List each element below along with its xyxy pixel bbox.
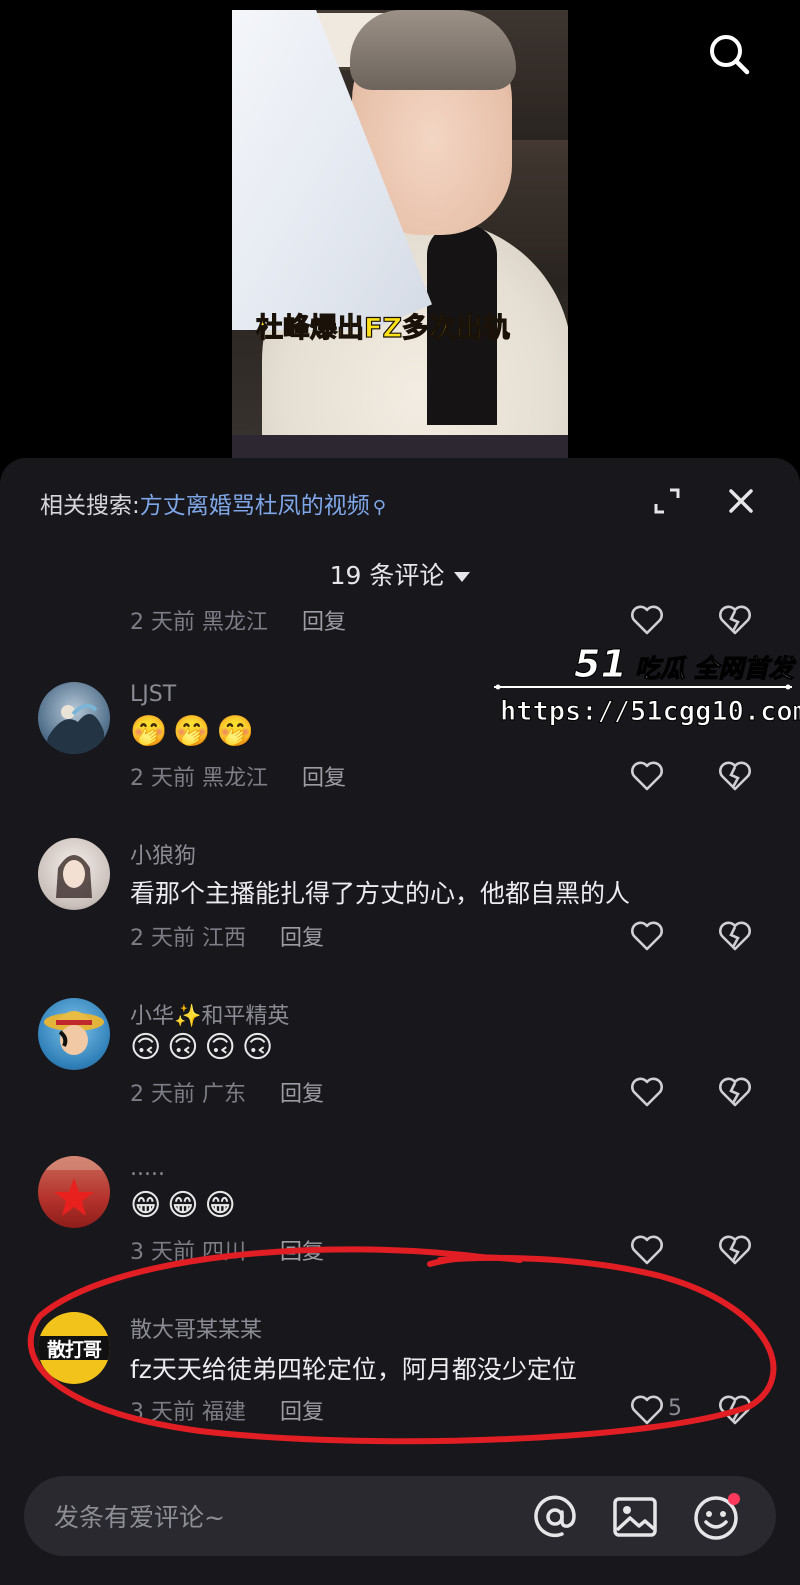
watermark-circuit-line	[494, 684, 792, 690]
at-mention-icon[interactable]	[532, 1494, 578, 1540]
avatar[interactable]: 散打哥	[38, 1312, 110, 1384]
expand-icon[interactable]	[652, 486, 682, 516]
comment-username[interactable]: LJST	[130, 682, 176, 707]
comment-username[interactable]: 小狼狗	[130, 838, 196, 870]
reply-button[interactable]: 回复	[302, 610, 346, 635]
watermark-url: https://51cgg10.com	[500, 696, 800, 728]
comment-time: 2 天前 黑龙江	[130, 766, 268, 791]
heart-icon[interactable]	[630, 1234, 664, 1266]
heart-icon[interactable]	[630, 604, 664, 636]
comment-meta: 3 天前 四川 回复	[130, 1234, 324, 1266]
avatar-art	[38, 1156, 110, 1216]
dislike-icon[interactable]	[718, 1234, 752, 1266]
caret-down-icon	[454, 572, 471, 582]
comment-meta: 2 天前 黑龙江 回复	[130, 604, 346, 636]
comment-time: 3 天前 四川	[130, 1240, 246, 1265]
video-caption: 杜峰爆出FZ多次出轨	[255, 312, 511, 344]
comment-meta: 2 天前 广东 回复	[130, 1076, 324, 1108]
watermark-brand: 51 吃瓜 全网首发	[574, 642, 795, 687]
dislike-icon[interactable]	[718, 604, 752, 636]
avatar[interactable]	[38, 1156, 110, 1228]
comment-username[interactable]: .....	[130, 1156, 165, 1181]
like-count: 5	[668, 1396, 682, 1421]
avatar[interactable]	[38, 998, 110, 1070]
video-desk	[232, 435, 568, 460]
comment-emoji: 😁😁😁	[130, 1188, 242, 1223]
search-small-icon: ⚲	[372, 497, 386, 518]
watermark-brand-tag: 吃瓜 全网首发	[634, 654, 794, 684]
related-search-label: 相关搜索:	[40, 493, 140, 519]
reply-button[interactable]: 回复	[302, 766, 346, 791]
comment-time: 2 天前 广东	[130, 1082, 246, 1107]
heart-icon[interactable]	[630, 920, 664, 952]
comment-meta: 3 天前 福建 回复	[130, 1394, 324, 1426]
close-icon[interactable]	[724, 484, 758, 518]
video-player[interactable]: 杜峰爆出FZ多次出轨	[232, 10, 568, 460]
comment-input-placeholder: 发条有爱评论~	[54, 1503, 225, 1532]
related-search[interactable]: 相关搜索:方丈离婚骂杜凤的视频 ⚲	[40, 486, 386, 520]
avatar[interactable]	[38, 682, 110, 754]
dislike-icon[interactable]	[718, 920, 752, 952]
comment-username[interactable]: 小华✨和平精英	[130, 998, 289, 1030]
comment-count: 19 条评论	[329, 561, 445, 590]
dislike-icon[interactable]	[718, 1076, 752, 1108]
comment-emoji: 🙃🙃🙃🙃	[130, 1030, 280, 1065]
avatar-art	[44, 703, 104, 754]
comment-meta: 2 天前 江西 回复	[130, 920, 324, 952]
reply-button[interactable]: 回复	[280, 1400, 324, 1425]
heart-icon[interactable]	[630, 760, 664, 792]
search-icon[interactable]	[705, 30, 753, 78]
dislike-icon[interactable]	[718, 1394, 752, 1426]
watermark: 51 吃瓜 全网首发 https://51cgg10.com	[494, 640, 800, 740]
comment-text: 看那个主播能扎得了方丈的心，他都自黑的人	[130, 879, 631, 908]
avatar-art	[44, 1011, 104, 1055]
reply-button[interactable]: 回复	[280, 926, 324, 951]
watermark-brand-number: 51	[574, 642, 628, 687]
heart-icon[interactable]	[630, 1394, 664, 1426]
comment-text: fz天天给徒弟四轮定位，阿月都没少定位	[130, 1355, 577, 1384]
comment-time: 2 天前 黑龙江	[130, 610, 268, 635]
reply-button[interactable]: 回复	[280, 1082, 324, 1107]
emoji-icon[interactable]	[692, 1492, 742, 1542]
image-icon[interactable]	[612, 1494, 658, 1540]
heart-icon[interactable]	[630, 1076, 664, 1108]
comment-emoji: 🤭🤭🤭	[130, 714, 261, 749]
avatar-art	[56, 855, 92, 898]
reply-button[interactable]: 回复	[280, 1240, 324, 1265]
comment-count-toggle[interactable]: 19 条评论	[0, 556, 800, 592]
comment-time: 3 天前 福建	[130, 1400, 246, 1425]
video-person-hair	[350, 10, 516, 90]
comment-meta: 2 天前 黑龙江 回复	[130, 760, 346, 792]
comment-time: 2 天前 江西	[130, 926, 246, 951]
avatar-logo-text: 散打哥	[46, 1339, 102, 1361]
related-search-query[interactable]: 方丈离婚骂杜凤的视频	[140, 493, 370, 519]
dislike-icon[interactable]	[718, 760, 752, 792]
avatar[interactable]	[38, 838, 110, 910]
comment-username[interactable]: 散大哥某某某	[130, 1312, 262, 1344]
